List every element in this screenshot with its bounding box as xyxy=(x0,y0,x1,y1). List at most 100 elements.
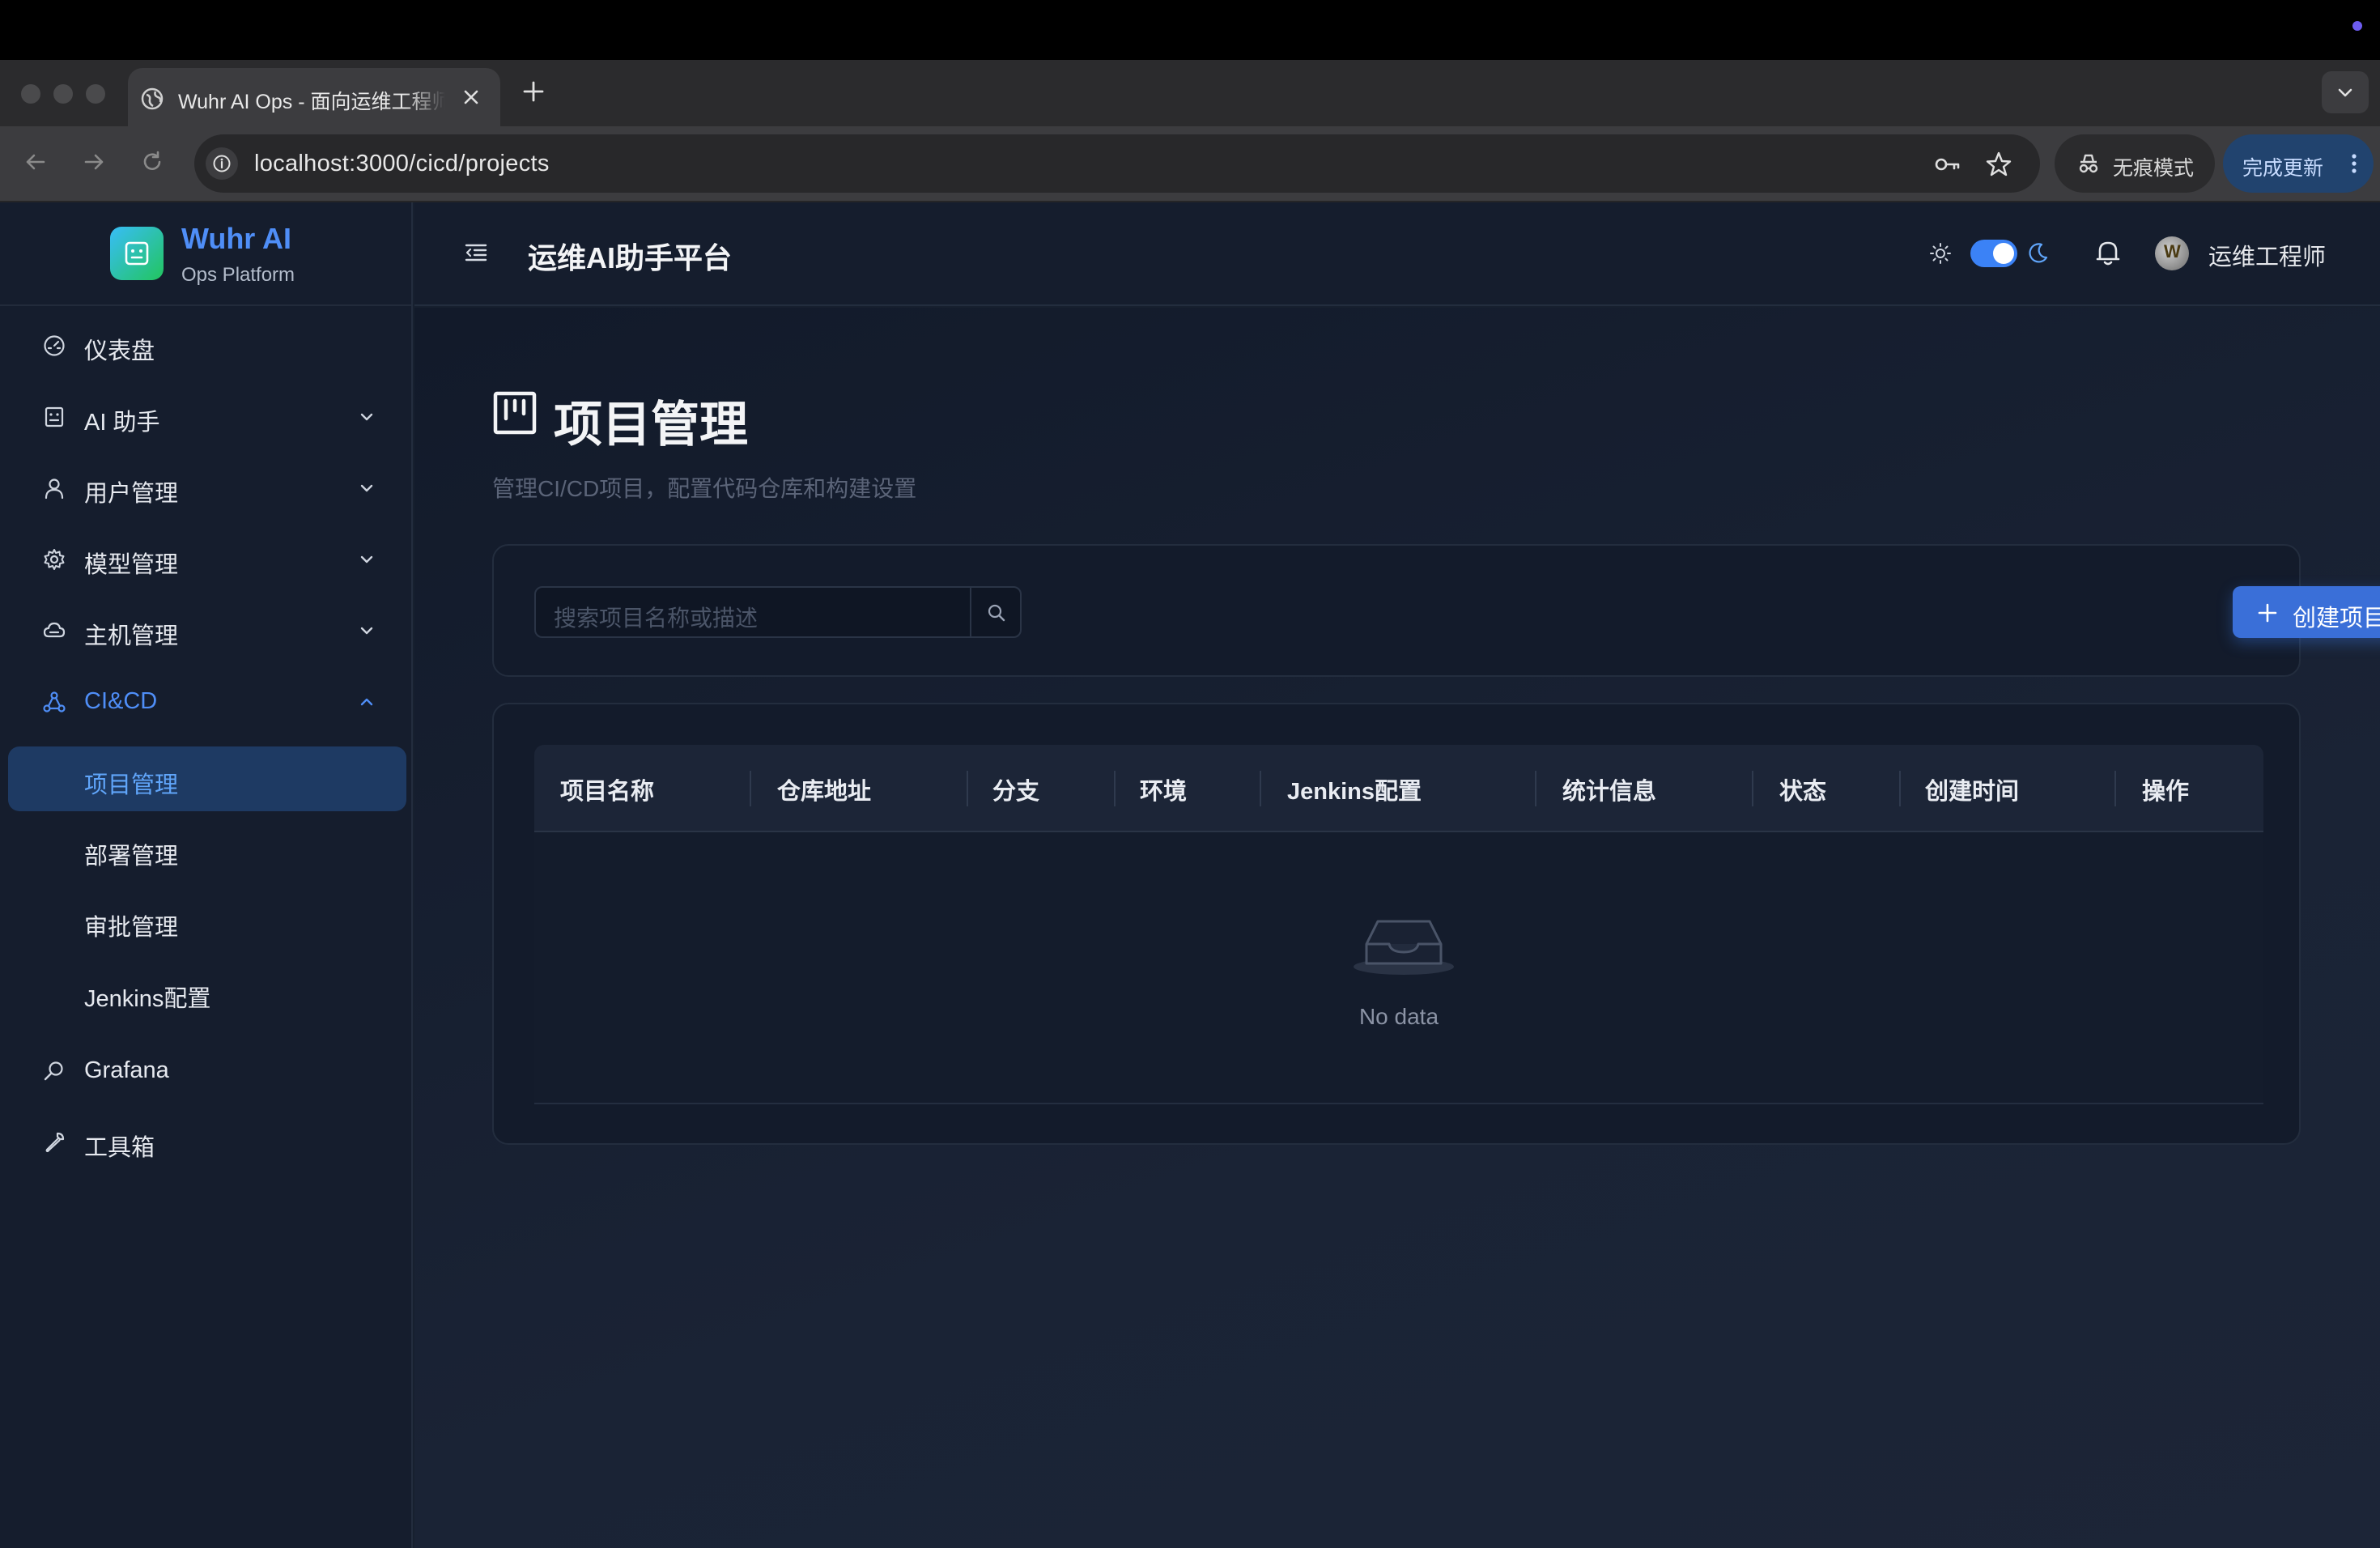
forward-arrow-icon[interactable] xyxy=(78,146,110,178)
sidebar-item-dashboard[interactable]: 仪表盘 xyxy=(0,313,411,377)
avatar-glyph: W xyxy=(2164,241,2181,262)
avatar[interactable]: W xyxy=(2155,236,2189,270)
logo-robot-icon xyxy=(110,227,164,280)
column-divider xyxy=(1260,771,1261,806)
finish-update-button[interactable]: 完成更新 xyxy=(2223,134,2374,193)
header-title: 运维AI助手平台 xyxy=(528,241,733,274)
sidebar-item-label: 用户管理 xyxy=(84,481,179,507)
chevron-down-icon xyxy=(360,484,373,492)
sun-icon xyxy=(1930,243,1951,264)
main-content: 项目管理 管理CI/CD项目，配置代码仓库和构建设置 搜索项目名称或描述 创建项… xyxy=(414,308,2380,1548)
sidebar-item-label: Grafana xyxy=(84,1057,169,1083)
sidebar-item-label: 项目管理 xyxy=(84,772,179,798)
incognito-label: 无痕模式 xyxy=(2113,157,2195,180)
column-divider xyxy=(750,771,751,806)
browser-toolbar: localhost:3000/cicd/projects 无痕模式 完成更新 xyxy=(0,126,2380,202)
toggle-knob xyxy=(1993,243,2014,264)
search-toolbar-card: 搜索项目名称或描述 创建项目 xyxy=(492,544,2380,677)
sidebar-item-projects[interactable]: 项目管理 xyxy=(8,746,406,811)
app-root: Wuhr AI Ops Platform 仪表盘 AI 助手 用户管理 模型管理… xyxy=(0,202,2380,1548)
globe-icon xyxy=(141,87,164,110)
browser-tab[interactable]: Wuhr AI Ops - 面向运维工程师 xyxy=(128,68,500,126)
star-icon[interactable] xyxy=(1983,149,2014,180)
column-header[interactable]: 状态 xyxy=(1779,772,1826,806)
chevron-down-icon xyxy=(360,627,373,635)
site-info-icon[interactable] xyxy=(206,147,238,180)
new-tab-plus-icon[interactable] xyxy=(520,78,547,105)
incognito-indicator[interactable]: 无痕模式 xyxy=(2055,134,2215,193)
column-header[interactable]: Jenkins配置 xyxy=(1287,772,1422,806)
sidebar-item-label: 审批管理 xyxy=(84,915,179,941)
sidebar-item-label: 仪表盘 xyxy=(84,338,155,364)
url-text[interactable]: localhost:3000/cicd/projects xyxy=(254,151,550,177)
user-name[interactable]: 运维工程师 xyxy=(2208,238,2326,272)
search-input[interactable]: 搜索项目名称或描述 xyxy=(534,586,971,638)
sidebar-item-jenkins-config[interactable]: Jenkins配置 xyxy=(8,960,406,1025)
sidebar-item-label: Jenkins配置 xyxy=(84,986,211,1012)
sidebar-item-approvals[interactable]: 审批管理 xyxy=(8,889,406,954)
window-close-control[interactable] xyxy=(21,84,40,104)
sidebar-item-hosts[interactable]: 主机管理 xyxy=(0,598,411,662)
column-divider xyxy=(967,771,968,806)
sidebar-item-label: AI 助手 xyxy=(84,410,160,436)
search-placeholder: 搜索项目名称或描述 xyxy=(554,606,759,631)
logo-subtitle: Ops Platform xyxy=(181,264,295,286)
browser-tabstrip: Wuhr AI Ops - 面向运维工程师 xyxy=(0,60,2380,126)
chevron-down-icon xyxy=(360,413,373,421)
cicd-icon xyxy=(43,691,66,712)
column-header[interactable]: 环境 xyxy=(1140,772,1187,806)
theme-toggle-switch[interactable] xyxy=(1970,240,2017,267)
update-label: 完成更新 xyxy=(2242,157,2324,180)
tab-search-button[interactable] xyxy=(2322,71,2369,113)
sidebar-item-deployments[interactable]: 部署管理 xyxy=(8,818,406,882)
sidebar-item-models[interactable]: 模型管理 xyxy=(0,526,411,591)
column-header[interactable]: 仓库地址 xyxy=(777,772,871,806)
table-header: 项目名称 仓库地址 分支 环境 Jenkins配置 统计信息 状态 创建时间 操… xyxy=(534,745,2263,832)
logo-title: Wuhr AI xyxy=(181,222,291,255)
sidebar-item-cicd[interactable]: CI&CD xyxy=(0,669,411,734)
column-header[interactable]: 分支 xyxy=(992,772,1039,806)
moon-icon xyxy=(2029,243,2048,263)
project-board-icon xyxy=(493,391,537,435)
column-header[interactable]: 创建时间 xyxy=(1925,772,2019,806)
back-arrow-icon[interactable] xyxy=(19,146,52,178)
key-icon[interactable] xyxy=(1932,149,1962,180)
column-header[interactable]: 操作 xyxy=(2142,772,2189,806)
create-project-button[interactable]: 创建项目 xyxy=(2233,586,2380,638)
chevron-down-icon xyxy=(2338,88,2352,97)
search-icon xyxy=(988,604,1005,622)
address-bar[interactable]: localhost:3000/cicd/projects xyxy=(194,134,2040,193)
more-vertical-icon xyxy=(2352,154,2357,173)
sidebar-item-ai-assistant[interactable]: AI 助手 xyxy=(0,384,411,449)
menu-fold-icon[interactable] xyxy=(463,240,489,266)
chevron-down-icon xyxy=(360,555,373,563)
logo-area[interactable]: Wuhr AI Ops Platform xyxy=(0,202,411,306)
column-divider xyxy=(1899,771,1901,806)
info-circle-icon xyxy=(213,155,231,172)
sidebar-item-label: 模型管理 xyxy=(84,552,179,578)
window-minimize-control[interactable] xyxy=(53,84,73,104)
close-icon[interactable] xyxy=(460,86,482,108)
chevron-up-icon xyxy=(360,698,373,706)
dashboard-icon xyxy=(44,335,65,356)
sidebar-item-grafana[interactable]: Grafana xyxy=(0,1038,411,1103)
page-title: 项目管理 xyxy=(554,398,748,452)
projects-table-card: 项目名称 仓库地址 分支 环境 Jenkins配置 统计信息 状态 创建时间 操… xyxy=(492,703,2301,1145)
app-header: 运维AI助手平台 W 运维工程师 xyxy=(414,202,2380,306)
sidebar-item-label: 部署管理 xyxy=(84,844,179,870)
status-dot-icon xyxy=(2352,21,2362,31)
plus-icon xyxy=(2258,603,2277,623)
wrench-icon xyxy=(45,1132,65,1153)
column-header[interactable]: 统计信息 xyxy=(1562,772,1656,806)
sidebar-item-label: 工具箱 xyxy=(84,1135,155,1161)
search-button[interactable] xyxy=(970,586,1022,638)
os-menu-bar xyxy=(0,0,2380,60)
bell-icon[interactable] xyxy=(2092,236,2124,269)
sidebar-item-toolbox[interactable]: 工具箱 xyxy=(0,1109,411,1174)
window-zoom-control[interactable] xyxy=(86,84,105,104)
tab-title: Wuhr AI Ops - 面向运维工程师 xyxy=(178,91,445,113)
column-header[interactable]: 项目名称 xyxy=(560,772,654,806)
sidebar-item-users[interactable]: 用户管理 xyxy=(0,455,411,520)
reload-icon[interactable] xyxy=(136,146,168,178)
gear-icon xyxy=(44,549,65,570)
